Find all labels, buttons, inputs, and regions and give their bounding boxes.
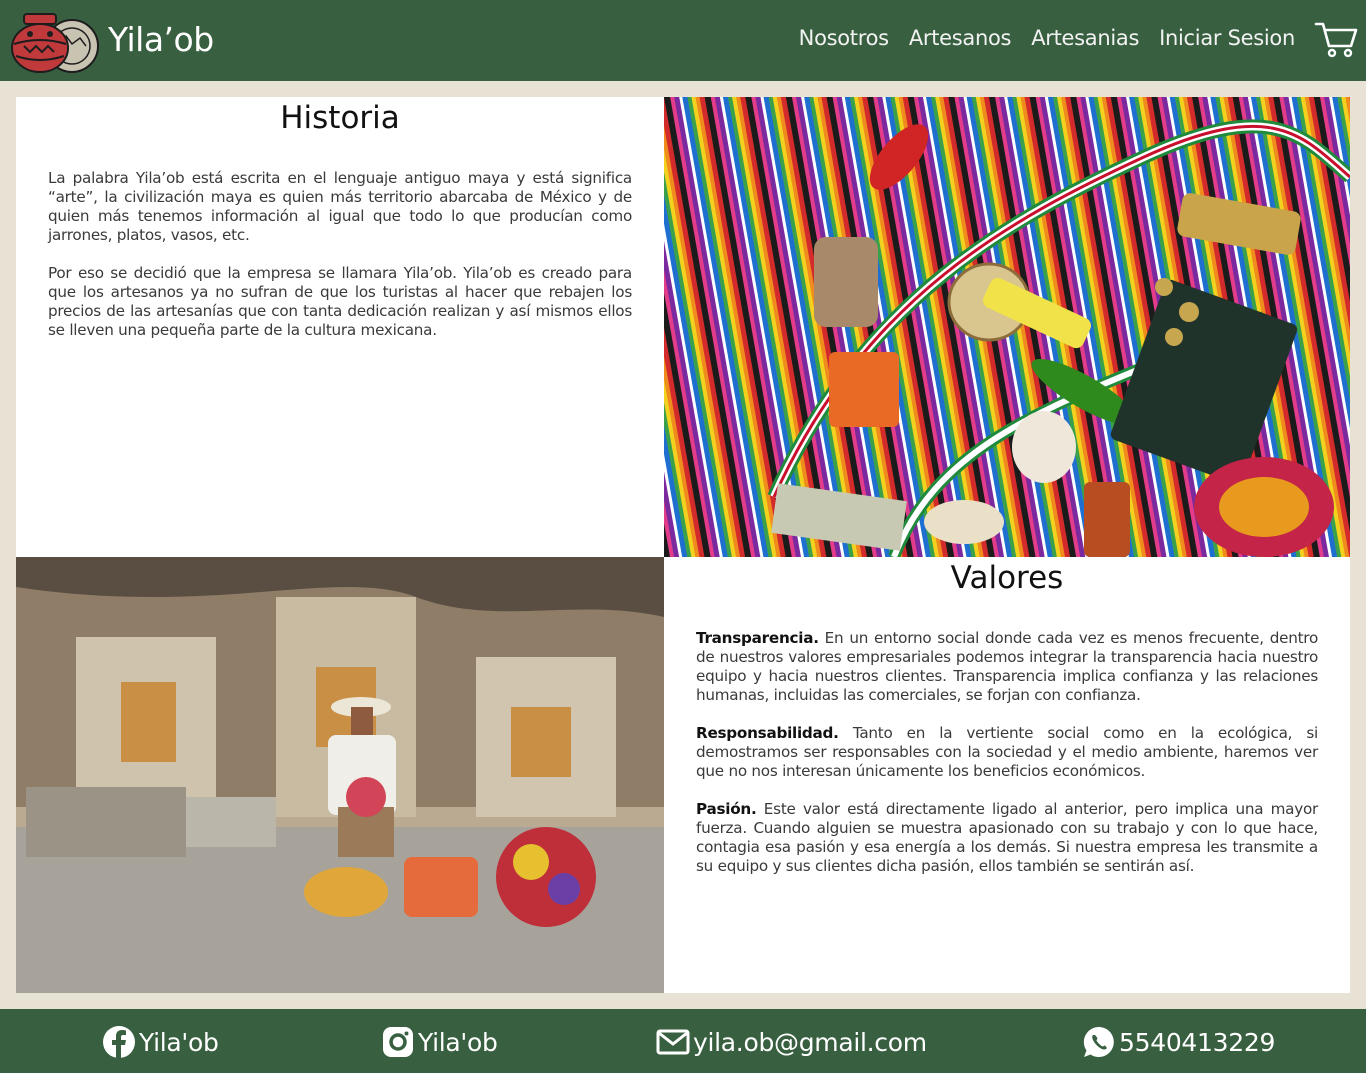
nav-artesanias[interactable]: Artesanias — [1031, 26, 1139, 50]
footer-facebook-link[interactable]: Yila'ob — [102, 1025, 219, 1059]
valor-term: Responsabilidad. — [696, 724, 839, 742]
historia-paragraph-1: La palabra Yila’ob está escrita en el le… — [48, 169, 632, 244]
valor-term: Pasión. — [696, 800, 757, 818]
historia-section: Historia La palabra Yila’ob está escrita… — [16, 97, 664, 557]
historia-title: Historia — [280, 100, 400, 136]
valores-text: Transparencia. En un entorno social dond… — [696, 629, 1318, 895]
clay-pot-logo-icon[interactable] — [10, 10, 100, 74]
mail-icon — [656, 1029, 690, 1055]
email-label: yila.ob@gmail.com — [693, 1027, 927, 1057]
valores-section: Valores Transparencia. En un entorno soc… — [664, 557, 1350, 993]
historia-text: La palabra Yila’ob está escrita en el le… — [48, 169, 632, 359]
historia-paragraph-2: Por eso se decidió que la empresa se lla… — [48, 264, 632, 339]
valor-pasion: Pasión. Este valor está directamente lig… — [696, 800, 1318, 876]
valor-description: Este valor está directamente ligado al a… — [696, 800, 1318, 875]
site-footer: Yila'ob Yila'ob yila.ob@gmail.com 554041… — [0, 1009, 1366, 1073]
shopping-cart-icon[interactable] — [1314, 20, 1358, 58]
instagram-label: Yila'ob — [418, 1027, 498, 1057]
nav-nosotros[interactable]: Nosotros — [799, 26, 889, 50]
phone-label: 5540413229 — [1119, 1027, 1276, 1057]
site-header: Yila’ob Nosotros Artesanos Artesanias In… — [0, 0, 1366, 81]
brand-name[interactable]: Yila’ob — [108, 20, 214, 59]
facebook-label: Yila'ob — [139, 1027, 219, 1057]
footer-whatsapp-link[interactable]: 5540413229 — [1082, 1025, 1275, 1059]
crafts-photo — [664, 97, 1350, 557]
main-nav: Nosotros Artesanos Artesanias Iniciar Se… — [799, 26, 1296, 50]
artisan-photo — [16, 557, 664, 993]
instagram-icon — [383, 1027, 413, 1057]
footer-instagram-link[interactable]: Yila'ob — [381, 1025, 498, 1059]
valor-transparencia: Transparencia. En un entorno social dond… — [696, 629, 1318, 705]
nav-iniciar-sesion[interactable]: Iniciar Sesion — [1159, 26, 1295, 50]
valor-term: Transparencia. — [696, 629, 819, 647]
valor-responsabilidad: Responsabilidad. Tanto en la vertiente s… — [696, 724, 1318, 781]
valores-title: Valores — [950, 560, 1064, 596]
nav-artesanos[interactable]: Artesanos — [909, 26, 1012, 50]
whatsapp-icon — [1083, 1026, 1114, 1057]
footer-email-link[interactable]: yila.ob@gmail.com — [656, 1025, 927, 1059]
facebook-icon — [103, 1026, 135, 1058]
